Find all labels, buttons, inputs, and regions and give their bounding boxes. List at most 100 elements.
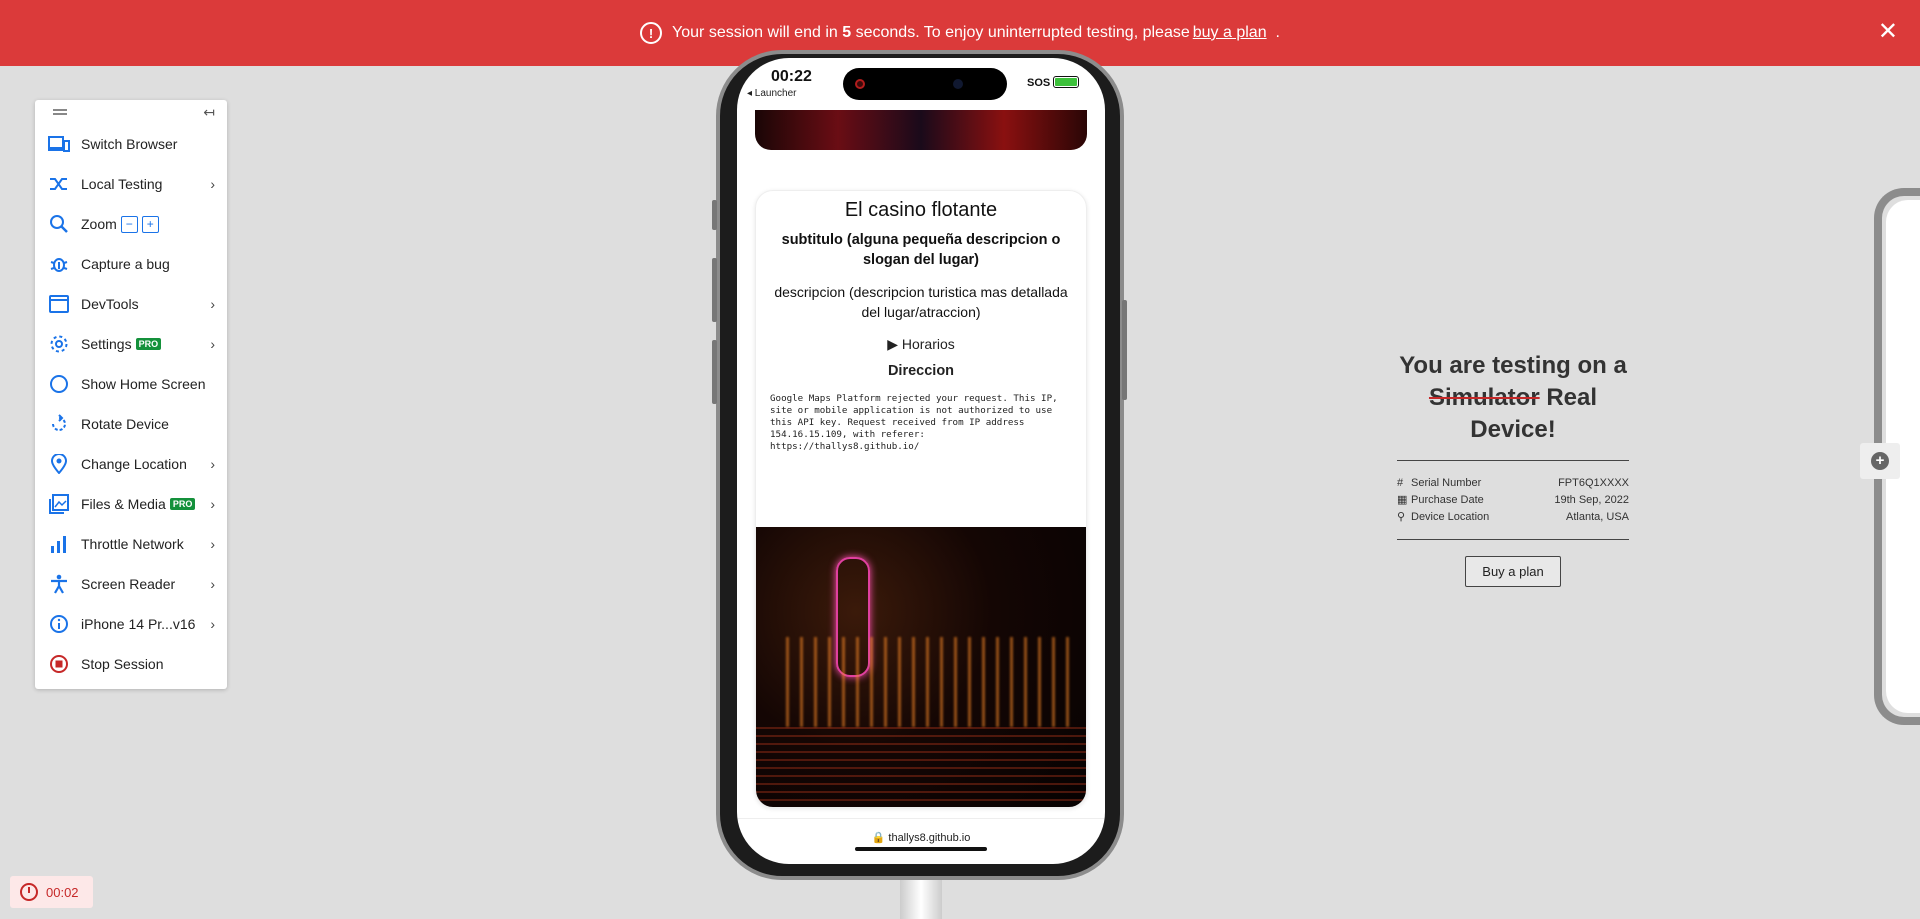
- detail-label: Serial Number: [1411, 477, 1482, 489]
- zoom-out-button[interactable]: −: [120, 215, 138, 233]
- zoom-control: Zoom − +: [35, 204, 227, 244]
- alert-icon: !: [640, 22, 663, 44]
- phone-side-button: [1122, 300, 1127, 400]
- devtools-button[interactable]: DevTools ›: [35, 284, 227, 324]
- plus-icon: +: [1871, 452, 1889, 470]
- switch-browser-label: Switch Browser: [81, 136, 178, 152]
- stop-session-label: Stop Session: [81, 656, 164, 672]
- toolbar-header: ↤: [35, 100, 227, 124]
- switch-browser-button[interactable]: Switch Browser: [35, 124, 227, 164]
- info-title-line1: You are testing on a: [1399, 352, 1627, 379]
- chevron-right-icon: ›: [210, 496, 215, 512]
- local-testing-label: Local Testing: [81, 176, 163, 192]
- screen-reader-label: Screen Reader: [81, 576, 176, 592]
- capture-bug-label: Capture a bug: [81, 256, 170, 272]
- zoom-icon: [47, 212, 71, 236]
- detail-value: Atlanta, USA: [1566, 510, 1629, 523]
- photo-water: [756, 727, 1086, 807]
- detail-row: # Serial Number FPT6Q1XXXX: [1397, 475, 1629, 491]
- location-pin-icon: [47, 452, 71, 476]
- device-screen[interactable]: 00:22 ◂ Launcher SOS El casino flotante …: [737, 58, 1105, 864]
- place-card: El casino flotante subtitulo (alguna peq…: [755, 190, 1087, 808]
- sos-indicator: SOS: [1027, 77, 1051, 89]
- settings-button[interactable]: Settings PRO ›: [35, 324, 227, 364]
- files-media-button[interactable]: Files & Media PRO ›: [35, 484, 227, 524]
- camera-icon: [953, 79, 963, 89]
- photo-lights: [786, 637, 1076, 727]
- detail-value: 19th Sep, 2022: [1554, 493, 1629, 506]
- add-device-button[interactable]: +: [1860, 443, 1900, 479]
- place-subtitle: subtitulo (alguna pequeña descripcion o …: [781, 232, 1061, 268]
- accessibility-icon: [47, 572, 71, 596]
- chevron-right-icon: ›: [210, 456, 215, 472]
- local-testing-button[interactable]: Local Testing ›: [35, 164, 227, 204]
- buy-plan-link[interactable]: buy a plan: [1193, 24, 1267, 42]
- screen-reader-button[interactable]: Screen Reader ›: [35, 564, 227, 604]
- chevron-right-icon: ›: [210, 616, 215, 632]
- divider: [1397, 460, 1629, 461]
- schedule-toggle[interactable]: ▶ Horarios: [756, 336, 1086, 353]
- close-icon[interactable]: ✕: [1878, 20, 1898, 44]
- chevron-right-icon: ›: [210, 296, 215, 312]
- chevron-right-icon: ›: [210, 176, 215, 192]
- rotate-device-button[interactable]: Rotate Device: [35, 404, 227, 444]
- stopwatch-icon: [20, 883, 38, 901]
- collapse-toolbar-icon[interactable]: ↤: [203, 104, 215, 121]
- image-icon: [47, 492, 71, 516]
- device-details: # Serial Number FPT6Q1XXXX ▦ Purchase Da…: [1397, 475, 1629, 525]
- url-bar[interactable]: 🔒 thallys8.github.io: [737, 818, 1105, 864]
- info-title: You are testing on a Simulator Real Devi…: [1385, 350, 1641, 446]
- map-error-text: Google Maps Platform rejected your reque…: [770, 393, 1064, 452]
- show-home-screen-button[interactable]: Show Home Screen: [35, 364, 227, 404]
- divider: [1397, 539, 1629, 540]
- timer-value: 00:02: [46, 884, 79, 900]
- launcher-back-link[interactable]: ◂ Launcher: [747, 88, 797, 99]
- url-text: 🔒 thallys8.github.io: [871, 832, 971, 844]
- gear-icon: [47, 332, 71, 356]
- throttle-network-button[interactable]: Throttle Network ›: [35, 524, 227, 564]
- location-pin-icon: ⚲: [1397, 511, 1406, 523]
- stop-session-button[interactable]: Stop Session: [35, 644, 227, 684]
- change-location-label: Change Location: [81, 456, 187, 472]
- bar-chart-icon: [47, 532, 71, 556]
- files-media-label: Files & Media: [81, 496, 166, 512]
- banner-text-before: Your session will end in: [672, 24, 838, 41]
- detail-label: Purchase Date: [1411, 493, 1484, 506]
- chevron-right-icon: ›: [210, 536, 215, 552]
- buy-plan-button[interactable]: Buy a plan: [1465, 556, 1561, 587]
- place-description: descripcion (descripcion turistica mas d…: [774, 284, 1068, 320]
- drag-handle-icon[interactable]: [53, 109, 67, 115]
- banner-text-middle: seconds. To enjoy uninterrupted testing,…: [855, 24, 1190, 41]
- detail-row: ⚲ Device Location Atlanta, USA: [1397, 508, 1629, 525]
- direction-heading: Direccion: [887, 363, 955, 379]
- bug-icon: [47, 252, 71, 276]
- info-icon: [47, 612, 71, 636]
- hash-icon: #: [1397, 477, 1404, 489]
- calendar-icon: ▦: [1397, 494, 1408, 506]
- status-time: 00:22: [771, 68, 812, 85]
- circle-icon: [47, 372, 71, 396]
- info-title-struck: Simulator: [1428, 384, 1540, 411]
- top-image: [755, 110, 1087, 150]
- capture-bug-button[interactable]: Capture a bug: [35, 244, 227, 284]
- show-home-screen-label: Show Home Screen: [81, 376, 206, 392]
- stop-icon: [47, 652, 71, 676]
- phone-side-button: [712, 340, 717, 404]
- recording-icon: [855, 79, 865, 89]
- settings-label: Settings: [81, 336, 132, 352]
- devtools-label: DevTools: [81, 296, 139, 312]
- change-location-button[interactable]: Change Location ›: [35, 444, 227, 484]
- rotate-icon: [47, 412, 71, 436]
- chevron-right-icon: ›: [210, 576, 215, 592]
- side-toolbar: ↤ Switch Browser Local Testing › Zoom − …: [35, 100, 227, 689]
- banner-text-after: .: [1275, 24, 1280, 41]
- phone-side-button: [712, 258, 717, 322]
- switch-browser-icon: [47, 132, 71, 156]
- dynamic-island: [843, 68, 1007, 100]
- detail-label: Device Location: [1411, 510, 1490, 523]
- pro-badge: PRO: [135, 338, 162, 350]
- shuffle-icon: [47, 172, 71, 196]
- zoom-in-button[interactable]: +: [141, 215, 159, 233]
- home-indicator[interactable]: [855, 847, 987, 851]
- device-info-button[interactable]: iPhone 14 Pr...v16 ›: [35, 604, 227, 644]
